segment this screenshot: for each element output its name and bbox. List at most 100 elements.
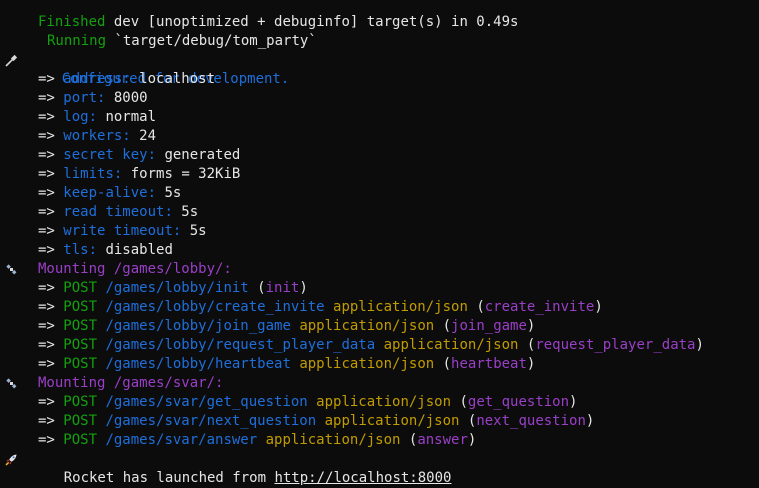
paren-close: ) [585,413,595,429]
route-row: => POST /games/lobby/join_game applicati… [0,317,759,336]
config-value: generated [156,147,241,163]
config-item: => read timeout: 5s [0,203,759,222]
route-format: application/json [316,413,460,429]
route-handler: next_question [476,413,586,429]
paren-close: ) [569,394,578,410]
route-path: /games/lobby/heartbeat [97,356,291,372]
rocket-icon [4,450,18,469]
mount-heading-line: Mounting /games/svar/: [0,374,759,393]
arrow-marker: => [38,242,64,258]
config-key: read timeout: [63,204,173,220]
paren-open: ( [400,432,418,448]
launch-url-link[interactable]: http://localhost:8000 [274,470,451,486]
route-format: application/json [375,337,519,353]
config-key: keep-alive: [63,185,157,201]
config-value: localhost [130,71,216,87]
finished-label: Finished [38,14,106,30]
satellite-icon [4,260,18,279]
arrow-marker: => [38,432,64,448]
config-value: normal [97,109,157,125]
route-row: => POST /games/lobby/init (init) [0,279,759,298]
arrow-marker: => [38,337,64,353]
route-row: => POST /games/lobby/heartbeat applicati… [0,355,759,374]
paren-open: ( [248,280,266,296]
route-row: => POST /games/svar/next_question applic… [0,412,759,431]
route-format: application/json [290,356,435,372]
route-method: POST [63,356,98,372]
paren-close: ) [299,280,308,296]
arrow-marker: => [38,394,64,410]
config-key: write timeout: [63,223,182,239]
paren-close: ) [594,299,603,315]
paren-close: ) [526,356,536,372]
satellite-icon [4,374,18,393]
arrow-marker: => [38,185,64,201]
config-key: limits: [63,166,123,182]
route-row: => POST /games/svar/answer application/j… [0,431,759,450]
route-handler: join_game [451,318,527,334]
route-row: => POST /games/svar/get_question applica… [0,393,759,412]
config-value: 8000 [105,90,148,106]
config-item: => limits: forms = 32KiB [0,165,759,184]
route-method: POST [63,432,98,448]
config-item: => tls: disabled [0,241,759,260]
route-format: application/json [257,432,401,448]
arrow-marker: => [38,223,64,239]
config-key: workers: [63,128,131,144]
config-item: => log: normal [0,108,759,127]
config-item: => write timeout: 5s [0,222,759,241]
route-handler: answer [417,432,468,448]
config-value: 5s [156,185,182,201]
arrow-marker: => [38,299,64,315]
route-path: /games/lobby/request_player_data [97,337,376,353]
arrow-marker: => [38,90,64,106]
config-value: disabled [97,242,173,258]
arrow-marker: => [38,71,64,87]
route-handler: get_question [467,394,570,410]
arrow-marker: => [38,413,64,429]
route-method: POST [63,299,98,315]
mount-heading-line: Mounting /games/lobby/: [0,260,759,279]
launch-text: Rocket has launched from [63,470,275,486]
route-method: POST [63,413,98,429]
paren-close: ) [467,432,477,448]
paren-open: ( [459,413,477,429]
config-item: => keep-alive: 5s [0,184,759,203]
config-item: => secret key: generated [0,146,759,165]
config-key: secret key: [63,147,157,163]
route-path: /games/svar/answer [97,432,258,448]
route-handler: init [265,280,300,296]
route-row: => POST /games/lobby/create_invite appli… [0,298,759,317]
paren-open: ( [451,394,468,410]
paren-open: ( [434,356,452,372]
paren-open: ( [467,299,485,315]
paren-open: ( [434,318,452,334]
paren-close: ) [526,318,536,334]
arrow-marker: => [38,204,64,220]
route-method: POST [63,337,98,353]
route-path: /games/lobby/join_game [97,318,291,334]
route-handler: create_invite [484,299,595,315]
config-heading-line: Configured for development. [0,51,759,87]
route-path: /games/svar/next_question [97,413,317,429]
arrow-marker: => [38,318,64,334]
config-value: 5s [181,223,207,239]
route-format: application/json [307,394,452,410]
route-format: application/json [324,299,468,315]
arrow-marker: => [38,166,64,182]
cargo-finished-line: Finished dev [unoptimized + debuginfo] t… [0,13,759,32]
launch-line: Rocket has launched from http://localhos… [0,450,759,486]
route-method: POST [63,394,98,410]
route-path: /games/svar/get_question [97,394,308,410]
config-item: => address: localhost [0,70,759,89]
config-key: port: [63,90,106,106]
arrow-marker: => [38,147,64,163]
config-value: 24 [130,128,157,144]
config-key: log: [63,109,98,125]
config-item: => workers: 24 [0,127,759,146]
paren-open: ( [518,337,536,353]
config-value: forms = 32KiB [122,166,241,182]
arrow-marker: => [38,356,64,372]
config-value: 5s [172,204,199,220]
mount-heading: Mounting /games/svar/: [38,375,224,391]
